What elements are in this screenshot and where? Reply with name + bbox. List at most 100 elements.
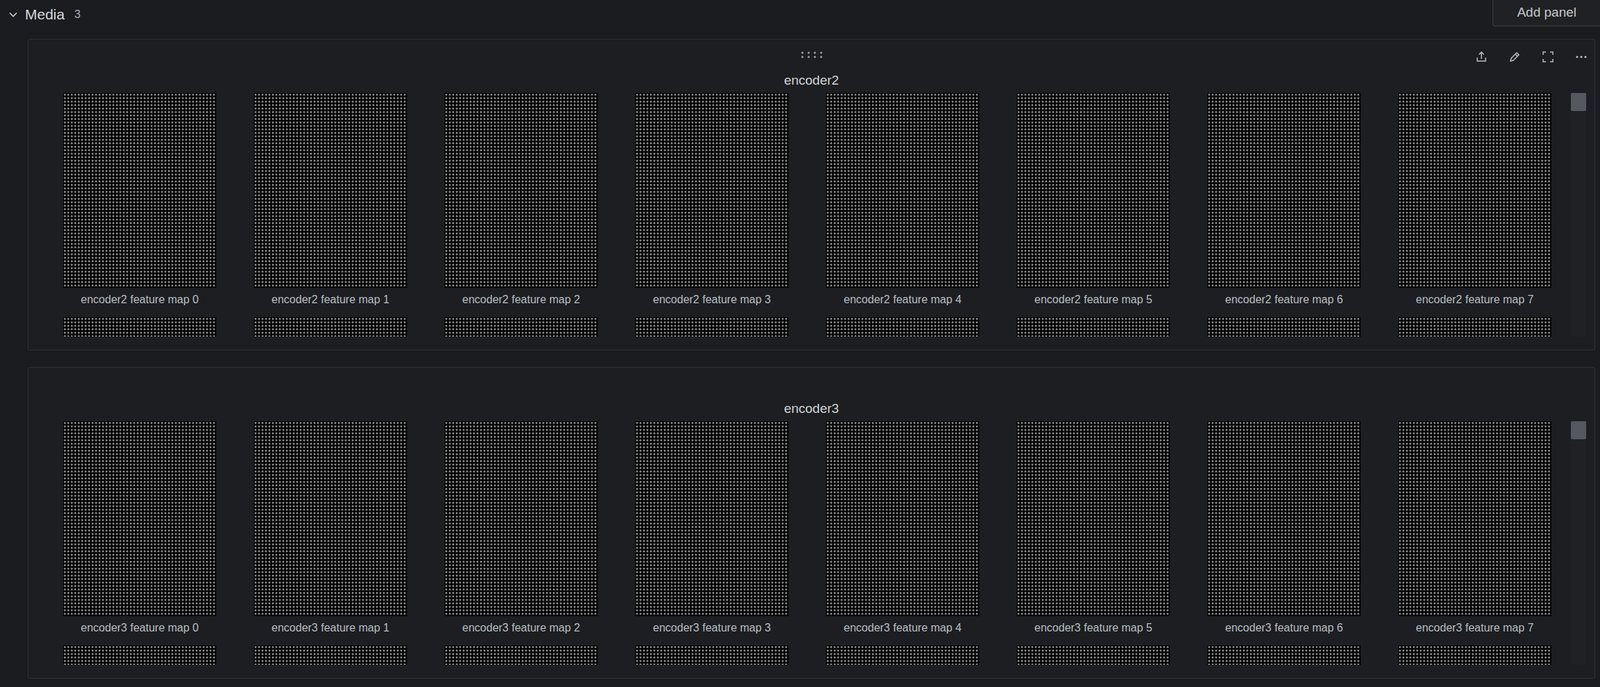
section-title[interactable]: Media (24, 3, 65, 26)
media-item[interactable] (826, 316, 980, 337)
media-caption: encoder2 feature map 3 (653, 291, 772, 308)
scrollbar-thumb[interactable] (1570, 420, 1587, 440)
feature-map-image[interactable] (253, 420, 408, 616)
feature-map-image[interactable] (63, 420, 217, 616)
media-item[interactable] (1207, 644, 1361, 665)
section-header: Media 3 Add panel (0, 0, 1600, 30)
media-item[interactable]: encoder2 feature map 4 (826, 92, 980, 308)
media-caption: encoder2 feature map 2 (462, 291, 581, 308)
media-item[interactable] (826, 644, 980, 665)
media-item[interactable]: encoder2 feature map 0 (63, 92, 217, 308)
fullscreen-icon[interactable] (1538, 47, 1558, 66)
media-caption: encoder3 feature map 3 (653, 620, 772, 636)
feature-map-image[interactable] (1016, 420, 1171, 616)
scrollbar-thumb[interactable] (1570, 92, 1587, 111)
share-icon[interactable] (1472, 47, 1491, 66)
media-item[interactable]: encoder2 feature map 2 (444, 92, 598, 308)
media-caption: encoder2 feature map 7 (1416, 291, 1535, 308)
media-caption: encoder3 feature map 0 (81, 620, 200, 636)
feature-map-image[interactable] (63, 92, 217, 288)
media-item[interactable] (63, 316, 217, 337)
feature-map-image[interactable] (444, 316, 598, 337)
feature-map-image[interactable] (635, 92, 789, 288)
feature-map-image[interactable] (444, 420, 598, 616)
feature-map-image[interactable] (1398, 420, 1552, 616)
feature-map-image[interactable] (635, 644, 789, 665)
section-count: 3 (74, 6, 81, 23)
more-options-icon[interactable] (1572, 47, 1591, 66)
media-item[interactable]: encoder2 feature map 6 (1207, 92, 1361, 308)
drag-handle-icon[interactable] (800, 49, 824, 60)
feature-map-image[interactable] (826, 644, 980, 665)
feature-map-image[interactable] (253, 644, 408, 665)
media-caption: encoder2 feature map 0 (81, 291, 200, 308)
media-item[interactable] (1398, 644, 1552, 665)
panel-title: encoder3 (28, 399, 1595, 418)
media-item[interactable]: encoder2 feature map 1 (253, 92, 408, 308)
feature-map-image[interactable] (444, 92, 598, 288)
media-item[interactable] (253, 316, 408, 337)
feature-map-image[interactable] (635, 420, 789, 616)
feature-map-image[interactable] (826, 316, 980, 337)
feature-map-image[interactable] (1207, 420, 1361, 616)
media-panel: encoder3encoder3 feature map 0encoder3 f… (27, 366, 1596, 679)
chevron-down-icon[interactable] (6, 8, 20, 21)
feature-map-image[interactable] (1207, 644, 1361, 665)
media-caption: encoder2 feature map 4 (844, 291, 962, 308)
media-item[interactable]: encoder3 feature map 3 (635, 420, 789, 636)
media-caption: encoder3 feature map 6 (1225, 620, 1344, 636)
media-item[interactable]: encoder3 feature map 0 (63, 420, 217, 636)
scrollbar-track[interactable] (1570, 92, 1587, 337)
media-item[interactable]: encoder3 feature map 6 (1207, 420, 1361, 636)
media-caption: encoder3 feature map 5 (1034, 620, 1153, 636)
feature-map-image[interactable] (635, 316, 789, 337)
media-item[interactable] (63, 644, 217, 665)
feature-map-image[interactable] (1016, 644, 1171, 665)
media-item[interactable] (444, 316, 598, 337)
media-caption: encoder3 feature map 2 (462, 620, 581, 636)
feature-map-image[interactable] (826, 92, 980, 288)
panel-title: encoder2 (28, 71, 1595, 90)
media-caption: encoder3 feature map 7 (1416, 620, 1535, 636)
media-caption: encoder3 feature map 1 (271, 620, 390, 636)
scrollbar-track[interactable] (1570, 420, 1587, 665)
feature-map-image[interactable] (1016, 316, 1171, 337)
feature-map-image[interactable] (63, 644, 217, 665)
media-item[interactable] (635, 316, 789, 337)
feature-map-image[interactable] (1398, 644, 1552, 665)
media-item[interactable] (1207, 316, 1361, 337)
media-item[interactable] (635, 644, 789, 665)
media-item[interactable]: encoder3 feature map 7 (1398, 420, 1552, 636)
media-grid: encoder2 feature map 0 encoder2 feature m… (63, 92, 1562, 337)
media-item[interactable] (1016, 644, 1171, 665)
media-item[interactable]: encoder3 feature map 2 (444, 420, 598, 636)
media-caption: encoder2 feature map 1 (271, 291, 390, 308)
media-item[interactable]: encoder3 feature map 4 (826, 420, 980, 636)
media-item[interactable]: encoder3 feature map 1 (253, 420, 408, 636)
feature-map-image[interactable] (63, 316, 217, 337)
media-item[interactable] (1398, 316, 1552, 337)
media-item[interactable]: encoder2 feature map 3 (635, 92, 789, 308)
media-item[interactable]: encoder2 feature map 5 (1016, 92, 1171, 308)
media-item[interactable] (1016, 316, 1171, 337)
feature-map-image[interactable] (826, 420, 980, 616)
feature-map-image[interactable] (1207, 92, 1361, 288)
feature-map-image[interactable] (253, 316, 408, 337)
feature-map-image[interactable] (1016, 92, 1171, 288)
feature-map-image[interactable] (1207, 316, 1361, 337)
media-item[interactable] (253, 644, 408, 665)
media-caption: encoder2 feature map 6 (1225, 291, 1344, 308)
media-item[interactable]: encoder3 feature map 5 (1016, 420, 1171, 636)
media-grid: encoder3 feature map 0 encoder3 feature m… (63, 420, 1562, 665)
media-item[interactable] (444, 644, 598, 665)
feature-map-image[interactable] (1398, 92, 1552, 288)
feature-map-image[interactable] (253, 92, 408, 288)
media-caption: encoder3 feature map 4 (844, 620, 962, 636)
edit-icon[interactable] (1505, 47, 1524, 66)
media-panel: encoder2encoder2 feature map 0encoder2 f… (27, 38, 1596, 351)
feature-map-image[interactable] (1398, 316, 1552, 337)
media-item[interactable]: encoder2 feature map 7 (1398, 92, 1552, 308)
feature-map-image[interactable] (444, 644, 598, 665)
add-panel-button[interactable]: Add panel (1492, 0, 1600, 27)
media-caption: encoder2 feature map 5 (1034, 291, 1153, 308)
